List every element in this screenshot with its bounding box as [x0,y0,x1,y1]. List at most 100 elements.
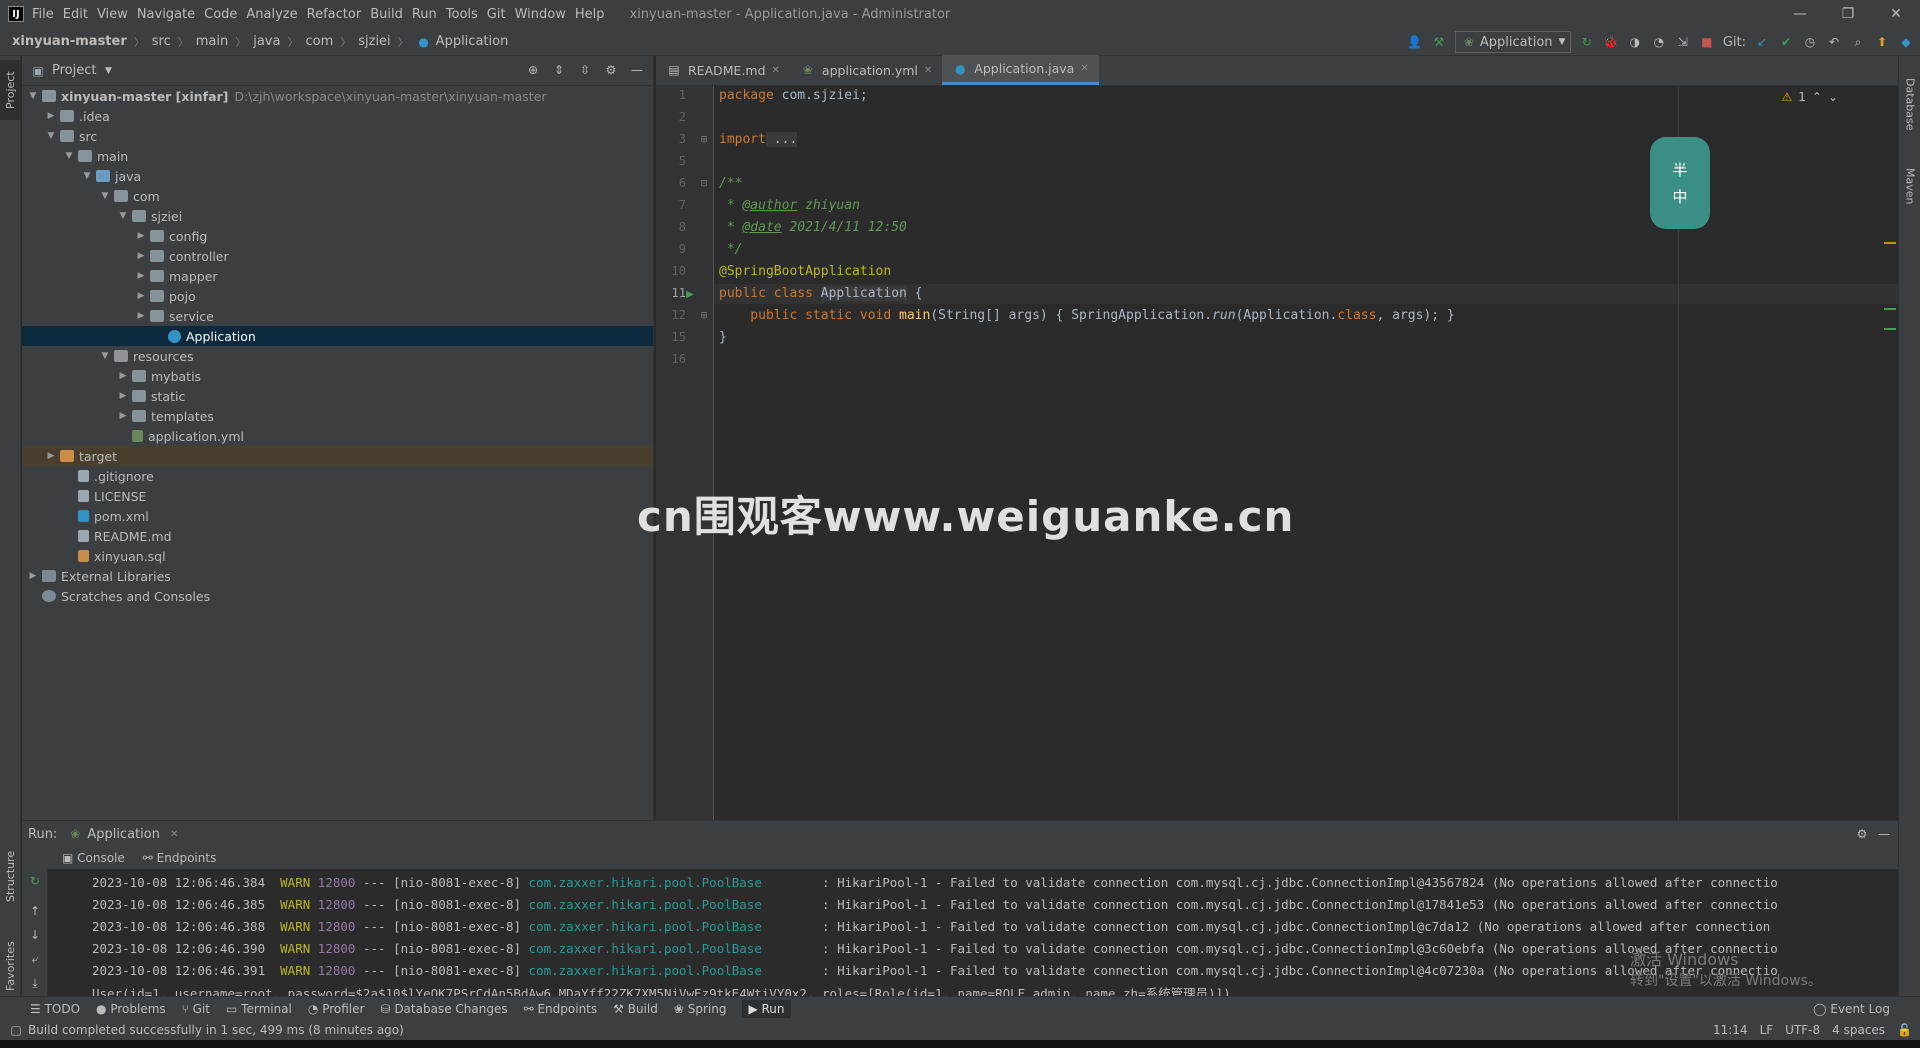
project-panel-title[interactable]: Project [52,63,96,78]
tool-terminal[interactable]: ▭ Terminal [226,1002,292,1016]
tree-node-main[interactable]: ▼ main [22,146,653,166]
debug-icon[interactable]: 🐞 [1603,34,1619,50]
database-tool-tab[interactable]: Database [1899,64,1920,144]
caret-position[interactable]: 11:14 [1713,1023,1748,1037]
gear-icon[interactable]: ⚙ [1854,826,1870,842]
favorites-tool-tab[interactable]: Favorites [0,926,21,1006]
chevron-right-icon[interactable]: ▶ [26,571,40,581]
chevron-down-icon[interactable]: ▼ [98,191,112,201]
run-configuration-select[interactable]: ❀ Application ▼ [1454,31,1571,53]
menu-run[interactable]: Run [412,7,437,22]
collapse-all-icon[interactable]: ⇳ [577,62,593,78]
search-icon[interactable]: ⌕ [1850,34,1866,50]
git-history-icon[interactable]: ◷ [1802,34,1818,50]
minimize-icon[interactable]: — [1776,0,1824,28]
tree-node-java[interactable]: ▼ java [22,166,653,186]
menu-edit[interactable]: Edit [63,7,88,22]
breadcrumb-com[interactable]: com [305,34,333,49]
tree-node-mybatis[interactable]: ▶ mybatis [22,366,653,386]
tool-database-changes[interactable]: ⛁ Database Changes [380,1002,507,1016]
rerun-icon[interactable]: ↻ [27,873,43,889]
tree-node-service[interactable]: ▶ service [22,306,653,326]
tab-application-java[interactable]: ● Application.java ✕ [942,55,1099,85]
git-rollback-icon[interactable]: ↶ [1826,34,1842,50]
expand-all-icon[interactable]: ⇕ [551,62,567,78]
menu-build[interactable]: Build [370,7,403,22]
profile-icon[interactable]: ◔ [1651,34,1667,50]
tree-node-sql[interactable]: xinyuan.sql [22,546,653,566]
tool-endpoints[interactable]: ⚯ Endpoints [524,1002,598,1016]
menu-git[interactable]: Git [487,7,506,22]
tab-readme[interactable]: ▤ README.md ✕ [656,55,790,85]
maven-tool-tab[interactable]: Maven [1899,156,1920,216]
build-hammer-icon[interactable]: ⚒ [1431,34,1447,50]
chevron-down-icon[interactable]: ▼ [44,131,58,141]
tree-node-target[interactable]: ▶ target [22,446,653,466]
user-icon[interactable]: 👤 [1407,34,1423,50]
breadcrumb-sjziei[interactable]: sjziei [358,34,390,49]
chevron-right-icon[interactable]: ▶ [134,231,148,241]
tree-node-root[interactable]: ▼ xinyuan-master [xinfar] D:\zjh\workspace… [22,86,653,106]
structure-tool-tab[interactable]: Structure [0,836,21,916]
coverage-icon[interactable]: ◑ [1627,34,1643,50]
chevron-down-icon[interactable]: ▼ [26,91,40,101]
status-message[interactable]: Build completed successfully in 1 sec, 4… [28,1023,404,1037]
tab-application-yml[interactable]: ❀ application.yml ✕ [790,55,942,85]
scroll-to-end-icon[interactable]: ⤓ [27,975,43,991]
fold-icon[interactable]: ⊞ [696,308,712,324]
chevron-right-icon[interactable]: ▶ [116,411,130,421]
close-tab-icon[interactable]: ✕ [1080,63,1088,74]
code-editor[interactable]: 1 2 3 5 6 7 8 9 10 11 12 15 16 ▶ ⊞ ⊟ ⊞ p… [656,86,1898,820]
chevron-right-icon[interactable]: ▶ [134,251,148,261]
chevron-down-icon[interactable]: ▼ [116,211,130,221]
inspection-widget[interactable]: ⚠ 1 ⌃ ⌄ [1781,90,1838,104]
tree-node-templates[interactable]: ▶ templates [22,406,653,426]
chevron-down-icon[interactable]: ▼ [62,151,76,161]
tool-git[interactable]: ⑂ Git [182,1002,210,1016]
menu-analyze[interactable]: Analyze [246,7,297,22]
menu-view[interactable]: View [97,7,128,22]
tree-node-idea[interactable]: ▶ .idea [22,106,653,126]
chevron-right-icon[interactable]: ▶ [116,391,130,401]
tree-node-com[interactable]: ▼ com [22,186,653,206]
soft-wrap-icon[interactable]: ⤶ [27,951,43,967]
breadcrumb-project[interactable]: xinyuan-master [12,34,127,49]
hide-icon[interactable]: — [629,62,645,78]
error-stripe-mark[interactable] [1884,242,1896,244]
menu-navigate[interactable]: Navigate [137,7,195,22]
run-tab-application[interactable]: Application [87,827,160,842]
tree-node-controller[interactable]: ▶ controller [22,246,653,266]
rerun-icon[interactable]: ↻ [1579,34,1595,50]
line-separator[interactable]: LF [1760,1023,1774,1037]
scroll-up-icon[interactable]: ↑ [27,903,43,919]
close-tab-icon[interactable]: ✕ [170,829,178,840]
breadcrumb-src[interactable]: src [152,34,171,49]
breadcrumb-java[interactable]: java [253,34,280,49]
lock-icon[interactable]: 🔓 [1897,1023,1912,1037]
tree-node-config[interactable]: ▶ config [22,226,653,246]
chevron-down-icon[interactable]: ▼ [80,171,94,181]
locate-icon[interactable]: ⊕ [525,62,541,78]
error-stripe-mark[interactable] [1884,328,1896,330]
menu-code[interactable]: Code [204,7,237,22]
tree-node-readme[interactable]: README.md [22,526,653,546]
tree-node-scratches[interactable]: Scratches and Consoles [22,586,653,606]
project-tool-tab[interactable]: Project [0,60,21,120]
chevron-down-icon[interactable]: ▼ [100,63,116,79]
tool-spring[interactable]: ❀ Spring [674,1002,727,1016]
chevron-right-icon[interactable]: ▶ [134,271,148,281]
tool-profiler[interactable]: ◔ Profiler [308,1002,365,1016]
update-icon[interactable]: ⬆ [1874,34,1890,50]
close-icon[interactable]: ✕ [1872,0,1920,28]
indent-setting[interactable]: 4 spaces [1832,1023,1885,1037]
tree-node-sjziei[interactable]: ▼ sjziei [22,206,653,226]
tree-node-application-yml[interactable]: application.yml [22,426,653,446]
hide-icon[interactable]: — [1876,826,1892,842]
tool-run[interactable]: ▶ Run [742,999,791,1018]
file-encoding[interactable]: UTF-8 [1785,1023,1820,1037]
tree-node-static[interactable]: ▶ static [22,386,653,406]
tree-node-src[interactable]: ▼ src [22,126,653,146]
menu-refactor[interactable]: Refactor [307,7,362,22]
tool-todo[interactable]: ☰ TODO [30,1002,80,1016]
tree-node-mapper[interactable]: ▶ mapper [22,266,653,286]
